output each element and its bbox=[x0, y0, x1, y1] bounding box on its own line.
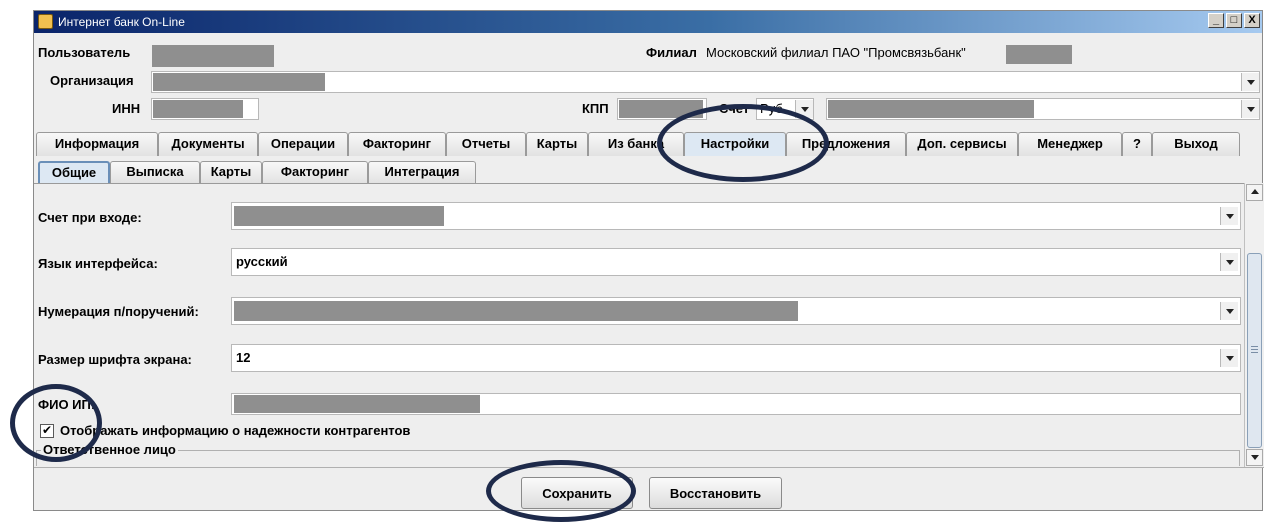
subtab-general[interactable]: Общие bbox=[38, 161, 110, 183]
grip-icon bbox=[1251, 346, 1258, 347]
scroll-down-button[interactable] bbox=[1246, 449, 1263, 466]
numbering-label: Нумерация п/поручений: bbox=[38, 304, 199, 319]
font-size-value: 12 bbox=[236, 350, 251, 365]
account-select[interactable] bbox=[826, 98, 1260, 120]
minimize-button[interactable]: _ bbox=[1208, 13, 1224, 28]
organization-select[interactable] bbox=[151, 71, 1260, 93]
annotation-oval-checkbox bbox=[10, 384, 102, 462]
restore-button[interactable]: Восстановить bbox=[649, 477, 782, 509]
organization-value-redacted bbox=[153, 73, 325, 91]
settings-scrollbar[interactable] bbox=[1244, 183, 1264, 467]
branch-value: Московский филиал ПАО "Промсвязьбанк" bbox=[706, 45, 966, 60]
close-button[interactable]: X bbox=[1244, 13, 1260, 28]
fio-redacted bbox=[234, 395, 480, 413]
subtab-statement[interactable]: Выписка bbox=[110, 161, 200, 183]
tab-operations[interactable]: Операции bbox=[258, 132, 348, 156]
chevron-down-icon[interactable] bbox=[1220, 349, 1238, 367]
subtab-cards[interactable]: Карты bbox=[200, 161, 262, 183]
tab-information[interactable]: Информация bbox=[36, 132, 158, 156]
tab-reports[interactable]: Отчеты bbox=[446, 132, 526, 156]
inn-value-redacted bbox=[153, 100, 243, 118]
sub-tabs: Общие Выписка Карты Факторинг Интеграция bbox=[34, 161, 1262, 183]
main-tabs: Информация Документы Операции Факторинг … bbox=[34, 132, 1262, 157]
font-size-label: Размер шрифта экрана: bbox=[38, 352, 192, 367]
account-value-redacted bbox=[828, 100, 1034, 118]
tab-help[interactable]: ? bbox=[1122, 132, 1152, 156]
scroll-up-button[interactable] bbox=[1246, 184, 1263, 201]
login-account-label: Счет при входе: bbox=[38, 210, 142, 225]
title-bar: Интернет банк On-Line _ □ X bbox=[34, 11, 1262, 33]
maximize-button[interactable]: □ bbox=[1226, 13, 1242, 28]
subtab-integration[interactable]: Интеграция bbox=[368, 161, 476, 183]
window-title: Интернет банк On-Line bbox=[58, 15, 185, 29]
login-account-redacted bbox=[234, 206, 444, 226]
chevron-down-icon[interactable] bbox=[1220, 302, 1238, 320]
tab-extra-services[interactable]: Доп. сервисы bbox=[906, 132, 1018, 156]
numbering-redacted bbox=[234, 301, 798, 321]
user-value-redacted bbox=[152, 45, 274, 67]
java-app-icon bbox=[38, 14, 53, 29]
branch-label: Филиал bbox=[646, 45, 697, 60]
login-account-select[interactable] bbox=[231, 202, 1241, 230]
reliability-label: Отображать информацию о надежности контр… bbox=[60, 423, 411, 438]
language-label: Язык интерфейса: bbox=[38, 256, 158, 271]
inn-label: ИНН bbox=[112, 101, 141, 116]
language-value: русский bbox=[236, 254, 288, 269]
tab-documents[interactable]: Документы bbox=[158, 132, 258, 156]
tab-cards[interactable]: Карты bbox=[526, 132, 588, 156]
tab-manager[interactable]: Менеджер bbox=[1018, 132, 1122, 156]
kpp-label: КПП bbox=[582, 101, 609, 116]
inn-field[interactable] bbox=[151, 98, 259, 120]
subtab-factoring[interactable]: Факторинг bbox=[262, 161, 368, 183]
tab-exit[interactable]: Выход bbox=[1152, 132, 1240, 156]
scroll-thumb[interactable] bbox=[1247, 253, 1262, 448]
branch-extra-redacted bbox=[1006, 45, 1072, 64]
settings-panel: Счет при входе: Язык интерфейса: русский… bbox=[34, 183, 1244, 467]
language-select[interactable]: русский bbox=[231, 248, 1241, 276]
organization-label: Организация bbox=[50, 73, 134, 88]
chevron-down-icon[interactable] bbox=[1241, 73, 1259, 91]
annotation-oval-save bbox=[486, 460, 636, 522]
chevron-down-icon[interactable] bbox=[1241, 100, 1259, 118]
responsible-person-group: Ответственное лицо bbox=[36, 442, 1240, 466]
tab-factoring[interactable]: Факторинг bbox=[348, 132, 446, 156]
chevron-down-icon bbox=[1251, 455, 1259, 460]
font-size-select[interactable]: 12 bbox=[231, 344, 1241, 372]
chevron-up-icon bbox=[1251, 189, 1259, 194]
chevron-down-icon[interactable] bbox=[1220, 253, 1238, 271]
window-controls: _ □ X bbox=[1208, 13, 1260, 28]
user-label: Пользователь bbox=[38, 45, 131, 60]
fio-field[interactable] bbox=[231, 393, 1241, 415]
numbering-select[interactable] bbox=[231, 297, 1241, 325]
chevron-down-icon[interactable] bbox=[1220, 207, 1238, 225]
annotation-oval-settings-tab bbox=[657, 104, 829, 182]
bank-window: Интернет банк On-Line _ □ X Пользователь… bbox=[33, 10, 1264, 511]
